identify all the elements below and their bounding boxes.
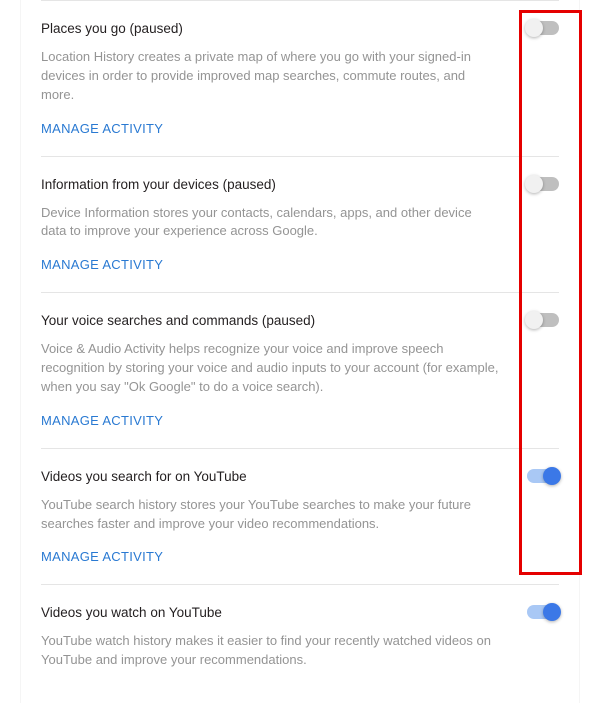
section-desc: Location History creates a private map o… — [41, 48, 559, 105]
toggle-knob — [525, 19, 543, 37]
manage-activity-link[interactable]: MANAGE ACTIVITY — [41, 257, 163, 272]
section-title: Your voice searches and commands (paused… — [41, 313, 559, 328]
toggle-knob — [543, 467, 561, 485]
section-title: Places you go (paused) — [41, 21, 559, 36]
manage-activity-link[interactable]: MANAGE ACTIVITY — [41, 121, 163, 136]
settings-list: Places you go (paused) Location History … — [20, 0, 580, 703]
toggle-voice[interactable] — [527, 313, 559, 327]
toggle-places[interactable] — [527, 21, 559, 35]
section-desc: YouTube search history stores your YouTu… — [41, 496, 559, 534]
section-youtube-search: Videos you search for on YouTube YouTube… — [41, 469, 559, 586]
section-youtube-watch: Videos you watch on YouTube YouTube watc… — [41, 605, 559, 703]
toggle-youtube-search[interactable] — [527, 469, 559, 483]
toggle-knob — [525, 311, 543, 329]
section-voice: Your voice searches and commands (paused… — [41, 313, 559, 449]
toggle-knob — [525, 175, 543, 193]
toggle-youtube-watch[interactable] — [527, 605, 559, 619]
section-devices: Information from your devices (paused) D… — [41, 177, 559, 294]
section-places: Places you go (paused) Location History … — [41, 21, 559, 157]
manage-activity-link[interactable]: MANAGE ACTIVITY — [41, 549, 163, 564]
manage-activity-link[interactable]: MANAGE ACTIVITY — [41, 413, 163, 428]
section-desc: Voice & Audio Activity helps recognize y… — [41, 340, 559, 397]
section-desc: YouTube watch history makes it easier to… — [41, 632, 559, 670]
section-title: Information from your devices (paused) — [41, 177, 559, 192]
section-desc: Device Information stores your contacts,… — [41, 204, 559, 242]
divider — [41, 0, 559, 1]
section-title: Videos you search for on YouTube — [41, 469, 559, 484]
section-title: Videos you watch on YouTube — [41, 605, 559, 620]
toggle-devices[interactable] — [527, 177, 559, 191]
